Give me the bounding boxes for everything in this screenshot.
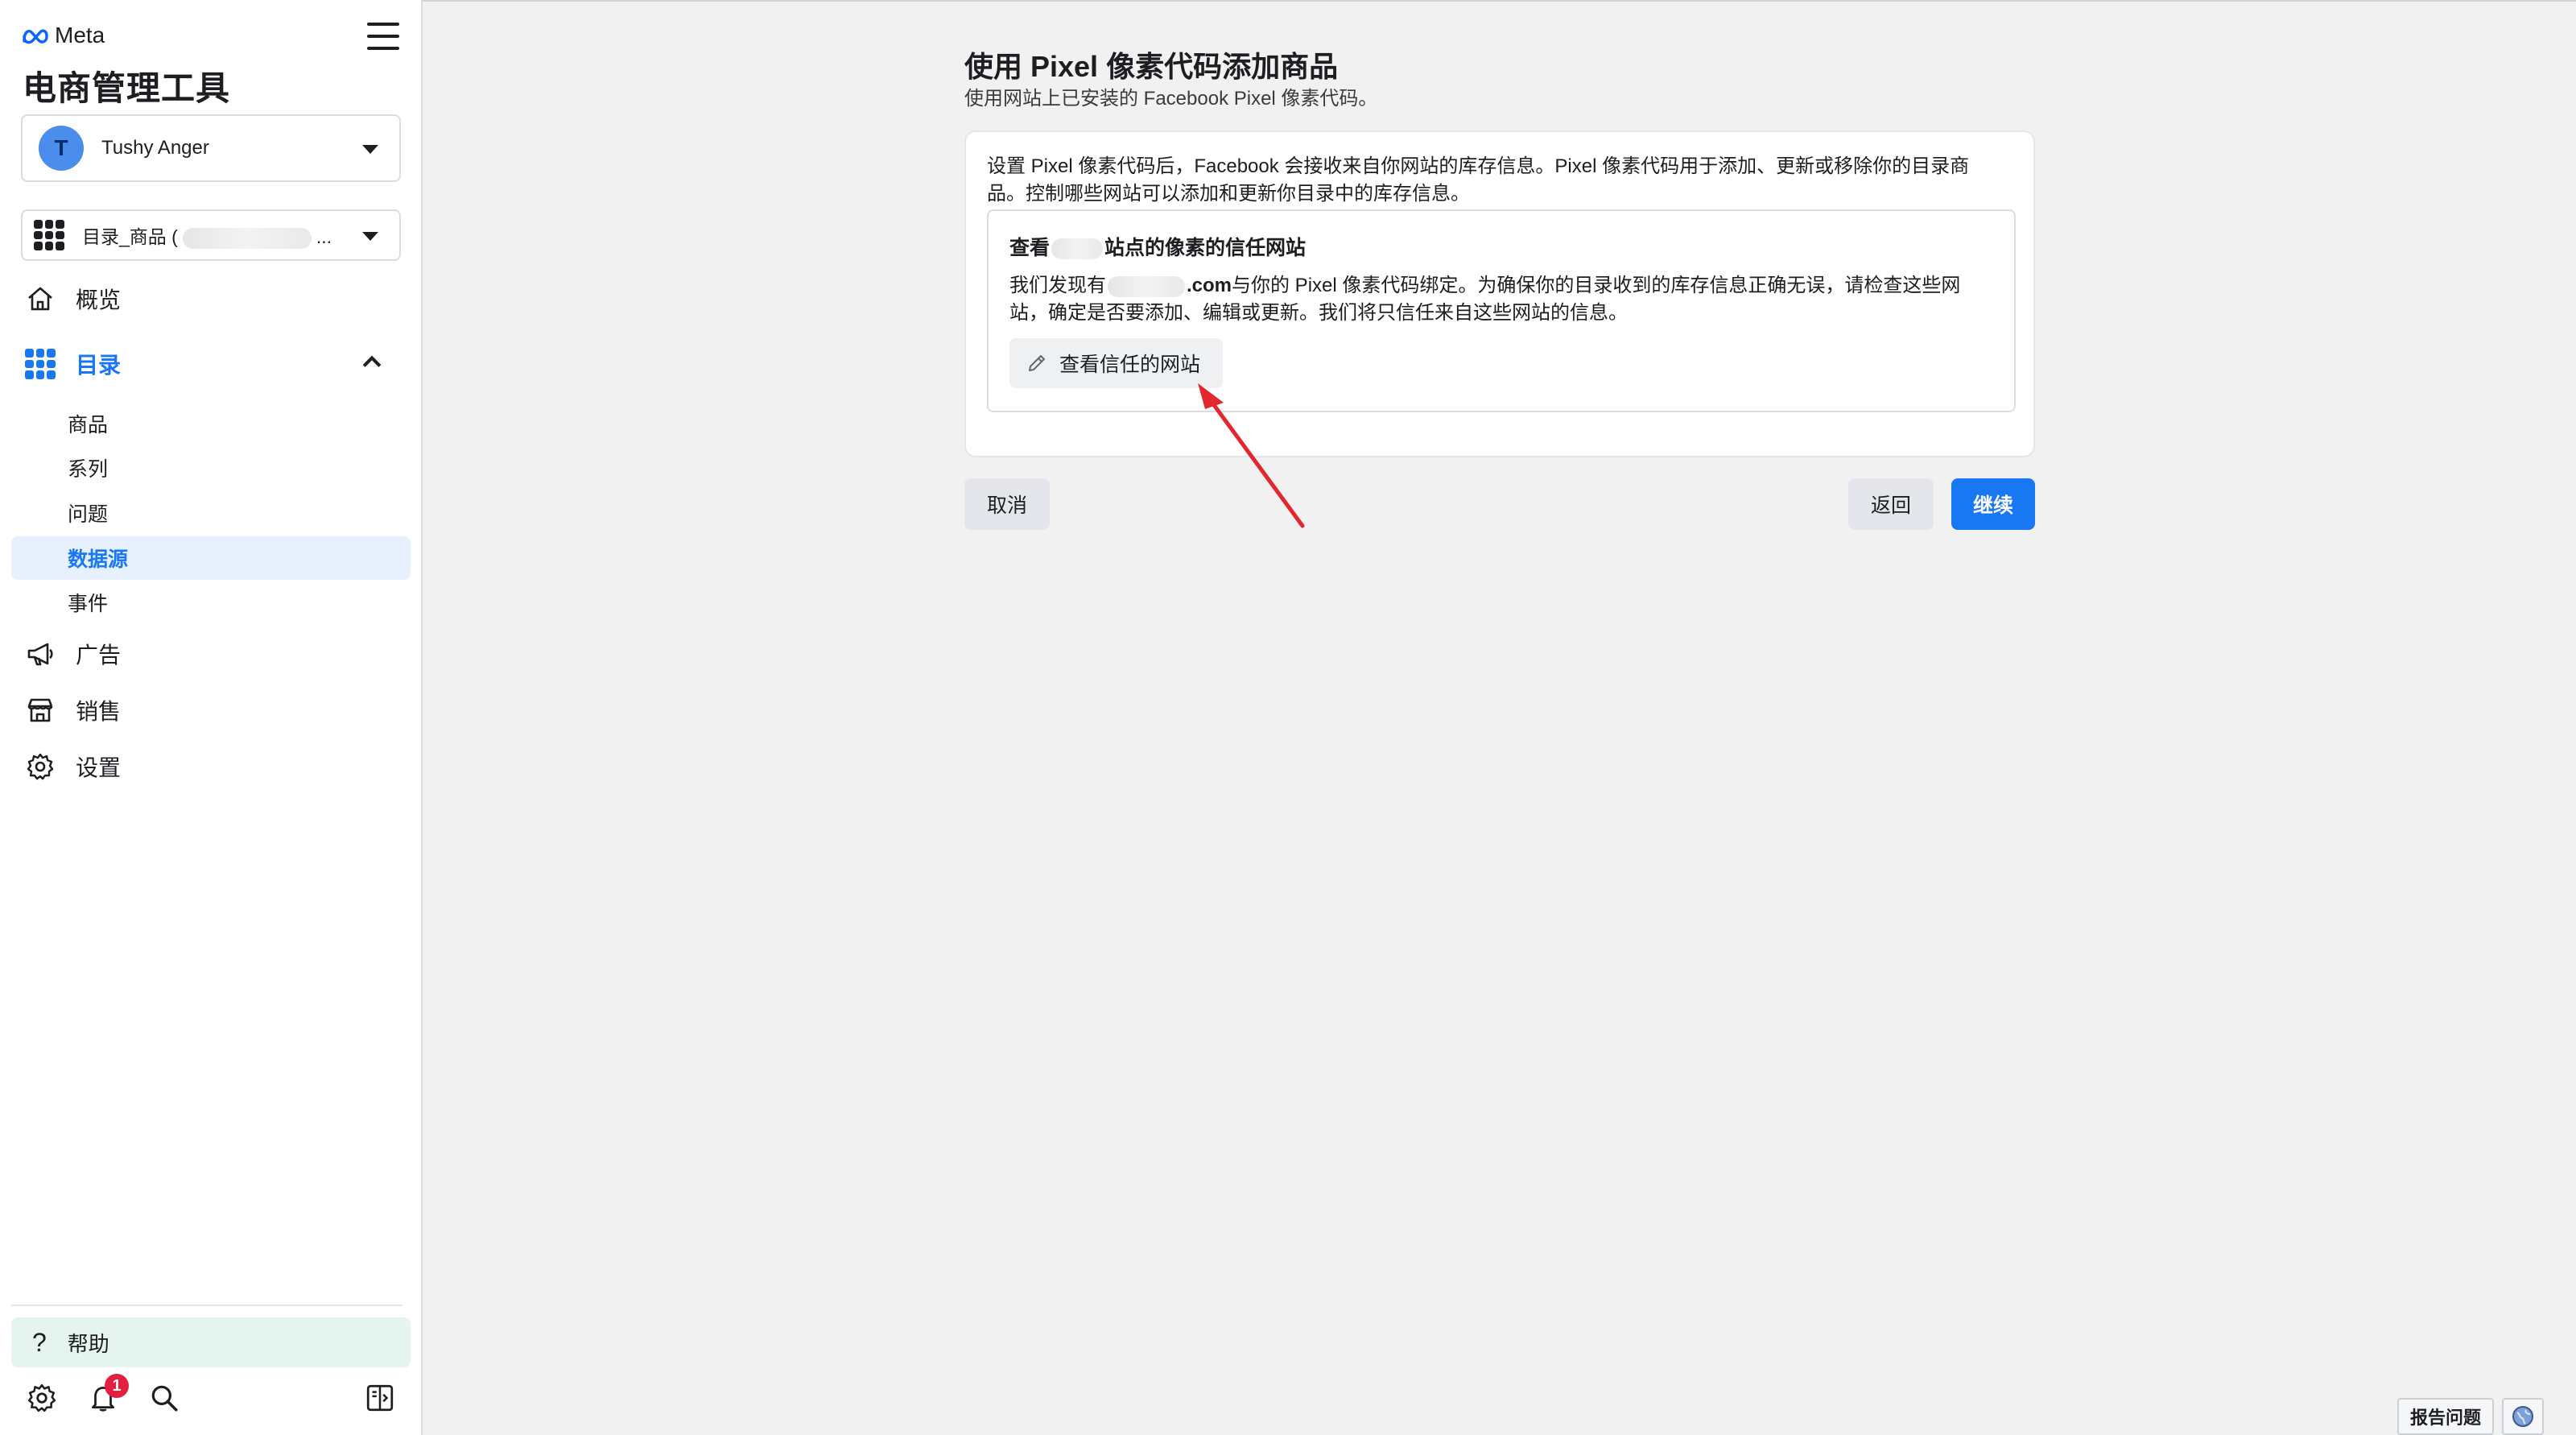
caret-down-icon	[362, 145, 378, 154]
report-problem-button[interactable]: 报告问题	[2397, 1398, 2494, 1435]
question-icon: ?	[32, 1327, 47, 1357]
trusted-sites-title: 查看 站点的像素的信任网站	[1009, 237, 1307, 260]
account-selector[interactable]: T Tushy Anger	[21, 114, 401, 182]
help-label: 帮助	[67, 1331, 109, 1356]
nav-catalog[interactable]: 目录	[11, 341, 411, 387]
redacted-site-name	[1051, 238, 1104, 260]
nav-settings[interactable]: 设置	[11, 743, 411, 790]
nav-settings-label: 设置	[76, 755, 122, 780]
catalog-label: 目录_商品 (...	[82, 226, 332, 249]
megaphone-icon	[24, 638, 56, 670]
grid-icon	[34, 220, 64, 250]
pencil-icon	[1029, 355, 1045, 371]
page-subtitle: 使用网站上已安装的 Facebook Pixel 像素代码。	[964, 88, 1378, 110]
help-button[interactable]: ? 帮助	[11, 1317, 411, 1367]
caret-down-icon	[362, 232, 378, 241]
hamburger-icon[interactable]	[367, 23, 399, 50]
account-name: Tushy Anger	[101, 137, 209, 159]
meta-logo-icon	[23, 29, 48, 44]
search-icon[interactable]	[147, 1380, 182, 1416]
home-icon	[24, 283, 56, 315]
nav-overview[interactable]: 概览	[11, 275, 411, 322]
intro-text: 设置 Pixel 像素代码后，Facebook 会接收来自你网站的库存信息。Pi…	[987, 155, 1970, 205]
bell-icon[interactable]: 1	[85, 1374, 129, 1416]
app-title: 电商管理工具	[23, 69, 231, 107]
nav-sales[interactable]: 销售	[11, 687, 411, 734]
gear-icon	[24, 751, 56, 783]
notification-badge: 1	[105, 1374, 129, 1398]
nav-overview-label: 概览	[76, 287, 122, 312]
avatar: T	[39, 126, 84, 171]
cancel-button[interactable]: 取消	[964, 478, 1050, 530]
nav-sub-data-sources[interactable]: 数据源	[11, 536, 411, 580]
nav-catalog-label: 目录	[76, 353, 122, 378]
grid-icon	[24, 348, 56, 380]
sidebar: Meta 电商管理工具 T Tushy Anger 目录_商品 (... 概览 …	[0, 0, 423, 1435]
catalog-selector[interactable]: 目录_商品 (...	[21, 209, 401, 261]
globe-icon[interactable]	[2502, 1398, 2544, 1435]
page-title: 使用 Pixel 像素代码添加商品	[964, 50, 1339, 83]
nav-ads[interactable]: 广告	[11, 631, 411, 677]
panel-toggle-icon[interactable]	[362, 1380, 398, 1416]
meta-logo[interactable]: Meta	[21, 21, 105, 50]
nav-sub-products[interactable]: 商品	[11, 402, 411, 445]
nav-ads-label: 广告	[76, 643, 122, 668]
nav-sales-label: 销售	[76, 699, 122, 724]
nav-sub-issues[interactable]: 问题	[11, 491, 411, 535]
sidebar-divider	[11, 1305, 402, 1306]
nav-sub-sets[interactable]: 系列	[11, 446, 411, 490]
store-icon	[24, 694, 56, 726]
trusted-sites-box: 查看 站点的像素的信任网站 我们发现有 .com与你的 Pixel 像素代码绑定。为…	[987, 209, 2016, 412]
redacted-catalog-id	[182, 227, 312, 249]
view-trusted-sites-label: 查看信任的网站	[1059, 354, 1201, 376]
pixel-setup-card: 设置 Pixel 像素代码后，Facebook 会接收来自你网站的库存信息。Pi…	[964, 130, 2035, 457]
top-border	[423, 0, 2576, 2]
annotation-arrow	[1198, 383, 1305, 528]
nav-sub-events[interactable]: 事件	[11, 581, 411, 624]
back-button[interactable]: 返回	[1848, 478, 1934, 530]
chevron-up-icon[interactable]	[362, 355, 382, 374]
redacted-domain	[1108, 275, 1185, 297]
trusted-sites-description: 我们发现有 .com与你的 Pixel 像素代码绑定。为确保你的目录收到的库存信息…	[1009, 275, 1961, 324]
gear-icon[interactable]	[24, 1380, 60, 1416]
brand-name: Meta	[55, 23, 105, 48]
continue-button[interactable]: 继续	[1951, 478, 2035, 530]
